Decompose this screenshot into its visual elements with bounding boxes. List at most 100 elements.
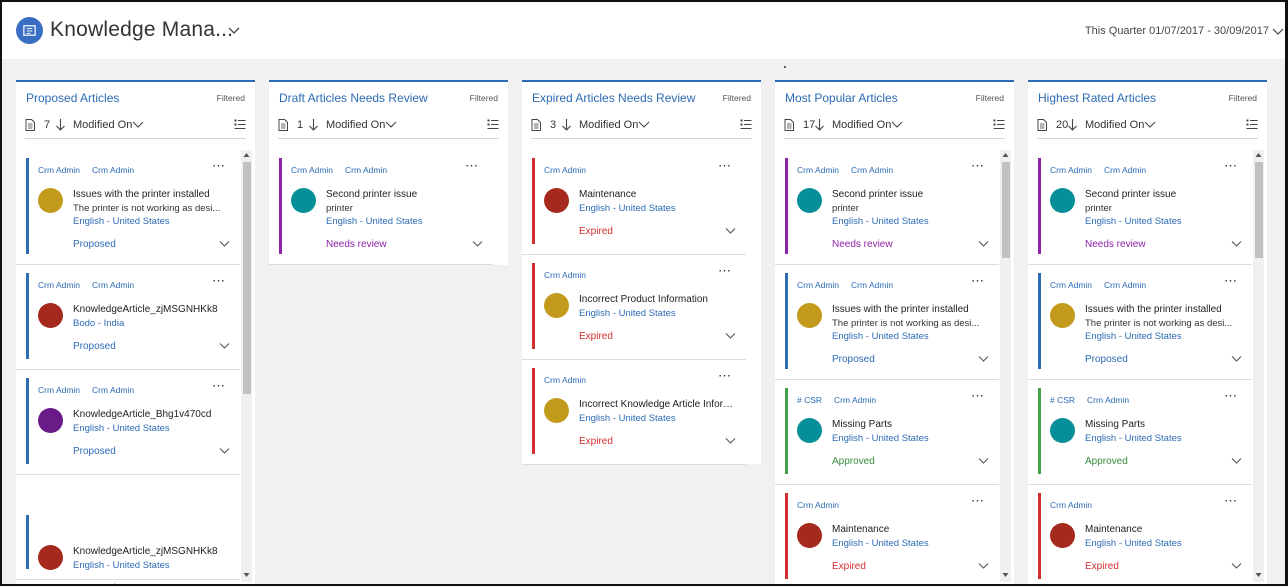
expand-chevron-icon[interactable] <box>472 240 483 248</box>
article-card[interactable]: KnowledgeArticle_zjMSGNHKk8 English - Uni… <box>16 475 240 584</box>
article-language[interactable]: English - United States <box>1085 538 1182 549</box>
owner-link[interactable]: Crm Admin <box>38 280 80 290</box>
article-title[interactable]: Maintenance <box>832 524 889 535</box>
scrollbar-thumb[interactable] <box>1255 162 1263 258</box>
more-options-button[interactable]: ⋯ <box>971 158 985 174</box>
expand-chevron-icon[interactable] <box>978 240 989 248</box>
expand-chevron-icon[interactable] <box>1231 240 1242 248</box>
article-language[interactable]: English - United States <box>579 413 676 424</box>
article-card[interactable]: Crm Admin ⋯ Incorrect Knowledge Article In… <box>522 360 746 465</box>
article-title[interactable]: Second printer issue <box>832 189 923 200</box>
more-options-button[interactable]: ⋯ <box>1224 158 1238 174</box>
owner-link[interactable]: Crm Admin <box>1087 395 1129 405</box>
list-view-icon[interactable] <box>234 119 246 130</box>
article-title[interactable]: Incorrect Product Information <box>579 294 708 305</box>
article-card[interactable]: Crm Admin Crm Admin ⋯ Second printer issue p… <box>775 150 999 265</box>
article-language[interactable]: English - United States <box>326 216 423 227</box>
owner-link[interactable]: Crm Admin <box>544 165 586 175</box>
more-options-button[interactable]: ⋯ <box>718 263 732 279</box>
owner-link[interactable]: Crm Admin <box>92 280 134 290</box>
owner-link[interactable]: Crm Admin <box>797 165 839 175</box>
owner-link[interactable]: Crm Admin <box>92 385 134 395</box>
expand-chevron-icon[interactable] <box>978 355 989 363</box>
owner-link[interactable]: Crm Admin <box>38 165 80 175</box>
chevron-down-icon[interactable] <box>385 120 397 130</box>
scroll-down-arrow-icon[interactable] <box>243 572 250 578</box>
expand-chevron-icon[interactable] <box>978 562 989 570</box>
article-language[interactable]: English - United States <box>832 433 929 444</box>
owner-link[interactable]: Crm Admin <box>1050 500 1092 510</box>
article-title[interactable]: Missing Parts <box>832 419 892 430</box>
chevron-down-icon[interactable] <box>1144 120 1156 130</box>
dashboard-selector-chevron-icon[interactable] <box>227 24 241 38</box>
more-options-button[interactable]: ⋯ <box>1224 388 1238 404</box>
article-title[interactable]: Maintenance <box>579 189 636 200</box>
owner-link[interactable]: Crm Admin <box>92 165 134 175</box>
list-view-icon[interactable] <box>1246 119 1258 130</box>
more-options-button[interactable]: ⋯ <box>212 378 226 394</box>
more-options-button[interactable]: ⋯ <box>718 158 732 174</box>
article-language[interactable]: English - United States <box>832 216 929 227</box>
expand-chevron-icon[interactable] <box>219 240 230 248</box>
sort-direction-icon[interactable] <box>308 118 319 131</box>
article-card[interactable]: # CSR Crm Admin ⋯ Missing Parts English - Un… <box>775 380 999 485</box>
scroll-up-arrow-icon[interactable] <box>243 152 250 158</box>
article-card[interactable]: Crm Admin Crm Admin ⋯ Issues with the print… <box>775 265 999 380</box>
article-title[interactable]: Second printer issue <box>326 189 417 200</box>
article-card[interactable]: Crm Admin Crm Admin ⋯ Second printer issue p… <box>1028 150 1252 265</box>
owner-link[interactable]: Crm Admin <box>544 270 586 280</box>
article-card[interactable]: # CSR Crm Admin ⋯ Missing Parts English - Un… <box>1028 380 1252 485</box>
sort-direction-icon[interactable] <box>814 118 825 131</box>
chevron-down-icon[interactable] <box>132 120 144 130</box>
sort-field-dropdown[interactable]: Modified On <box>579 119 638 131</box>
article-card[interactable]: Crm Admin Crm Admin ⋯ Issues with the print… <box>1028 265 1252 380</box>
expand-chevron-icon[interactable] <box>1231 562 1242 570</box>
owner-link[interactable]: Crm Admin <box>1050 280 1092 290</box>
sort-field-dropdown[interactable]: Modified On <box>832 119 891 131</box>
more-options-button[interactable]: ⋯ <box>1224 273 1238 289</box>
article-title[interactable]: Issues with the printer installed <box>73 189 210 200</box>
scroll-up-arrow-icon[interactable] <box>1255 152 1262 158</box>
vertical-scrollbar[interactable] <box>241 150 252 582</box>
expand-chevron-icon[interactable] <box>725 332 736 340</box>
article-language[interactable]: English - United States <box>1085 216 1182 227</box>
owner-link[interactable]: Crm Admin <box>345 165 387 175</box>
scrollbar-thumb[interactable] <box>243 162 251 394</box>
expand-chevron-icon[interactable] <box>978 457 989 465</box>
expand-chevron-icon[interactable] <box>1231 457 1242 465</box>
chevron-down-icon[interactable] <box>891 120 903 130</box>
expand-chevron-icon[interactable] <box>725 437 736 445</box>
more-options-button[interactable]: ⋯ <box>971 493 985 509</box>
owner-link[interactable]: Crm Admin <box>1050 165 1092 175</box>
expand-chevron-icon[interactable] <box>1231 355 1242 363</box>
article-language[interactable]: English - United States <box>579 203 676 214</box>
article-language[interactable]: English - United States <box>1085 433 1182 444</box>
list-view-icon[interactable] <box>740 119 752 130</box>
owner-link[interactable]: Crm Admin <box>851 165 893 175</box>
article-title[interactable]: Issues with the printer installed <box>1085 304 1222 315</box>
column-title[interactable]: Highest Rated Articles <box>1038 91 1156 105</box>
chevron-down-icon[interactable] <box>638 120 650 130</box>
sort-field-dropdown[interactable]: Modified On <box>326 119 385 131</box>
scrollbar-thumb[interactable] <box>1002 162 1010 258</box>
list-view-icon[interactable] <box>487 119 499 130</box>
date-filter-label[interactable]: This Quarter 01/07/2017 - 30/09/2017 <box>1085 25 1269 37</box>
date-filter-chevron-icon[interactable] <box>1272 26 1284 38</box>
vertical-scrollbar[interactable] <box>1253 150 1264 582</box>
expand-chevron-icon[interactable] <box>219 447 230 455</box>
article-language[interactable]: Bodo - India <box>73 318 124 329</box>
article-language[interactable]: English - United States <box>73 560 170 571</box>
scroll-up-arrow-icon[interactable] <box>1002 152 1009 158</box>
vertical-scrollbar[interactable] <box>1000 150 1011 582</box>
more-options-button[interactable]: ⋯ <box>212 158 226 174</box>
article-title[interactable]: Issues with the printer installed <box>832 304 969 315</box>
article-card[interactable]: Crm Admin Crm Admin ⋯ Issues with the print… <box>16 150 240 265</box>
sort-direction-icon[interactable] <box>561 118 572 131</box>
article-title[interactable]: KnowledgeArticle_zjMSGNHKk8 <box>73 304 218 315</box>
article-language[interactable]: English - United States <box>579 308 676 319</box>
article-title[interactable]: Missing Parts <box>1085 419 1145 430</box>
owner-link[interactable]: Crm Admin <box>291 165 333 175</box>
article-language[interactable]: English - United States <box>73 423 170 434</box>
article-title[interactable]: Incorrect Knowledge Article Informa... <box>579 399 735 410</box>
owner-link[interactable]: Crm Admin <box>38 385 80 395</box>
